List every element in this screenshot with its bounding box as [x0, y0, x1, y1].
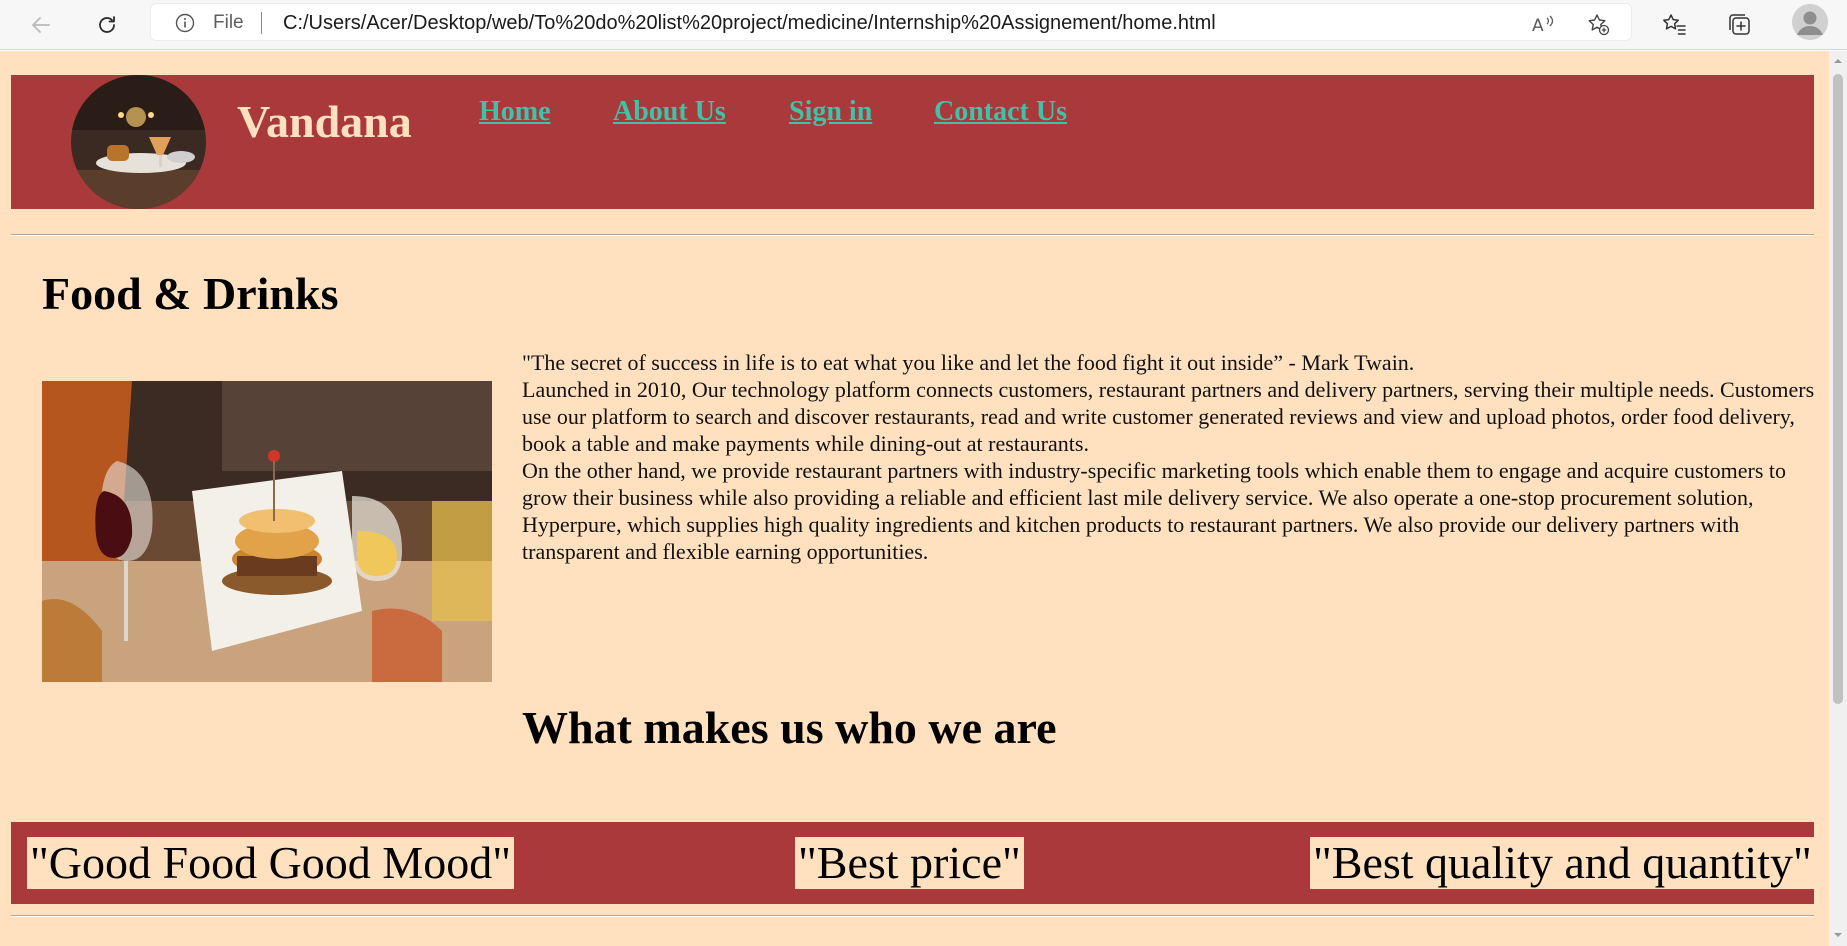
profile-avatar[interactable] — [1792, 4, 1828, 40]
nav-about-us-link[interactable]: About Us — [613, 95, 726, 129]
mark-twain-quote: "The secret of success in life is to eat… — [522, 350, 1415, 375]
address-bar[interactable]: File C:/Users/Acer/Desktop/web/To%20do%2… — [150, 3, 1632, 41]
info-icon[interactable] — [175, 13, 195, 33]
address-divider — [261, 12, 262, 34]
horizontal-rule — [11, 234, 1814, 236]
scrollbar-thumb[interactable] — [1833, 74, 1843, 704]
nav-sign-in-link[interactable]: Sign in — [789, 95, 872, 129]
url-text[interactable]: C:/Users/Acer/Desktop/web/To%20do%20list… — [283, 13, 1216, 33]
about-paragraph-2: On the other hand, we provide restaurant… — [522, 458, 1786, 564]
favorites-icon[interactable] — [1656, 7, 1692, 43]
tagline-band: "Good Food Good Mood" "Best price" "Best… — [11, 822, 1815, 904]
svg-text:A: A — [1532, 16, 1544, 36]
page-viewport: Vandana Home About Us Sign in Contact Us… — [0, 51, 1829, 946]
back-arrow-icon[interactable] — [23, 7, 59, 43]
section-title: Food & Drinks — [42, 268, 339, 319]
add-favorite-icon[interactable] — [1586, 12, 1610, 36]
values-heading: What makes us who we are — [522, 702, 1057, 753]
about-text-block: "The secret of success in life is to eat… — [522, 349, 1817, 565]
refresh-icon[interactable] — [89, 7, 125, 43]
scroll-up-arrow-icon[interactable] — [1832, 55, 1844, 67]
tagline-good-food: "Good Food Good Mood" — [27, 837, 514, 889]
footer-horizontal-rule — [11, 915, 1814, 917]
nav-contact-us-link[interactable]: Contact Us — [934, 95, 1067, 129]
nav-home-link[interactable]: Home — [479, 95, 551, 129]
tagline-best-price: "Best price" — [795, 837, 1024, 889]
site-header: Vandana Home About Us Sign in Contact Us — [11, 75, 1814, 209]
url-scheme-label: File — [213, 12, 244, 33]
collections-icon[interactable] — [1722, 7, 1758, 43]
brand-name: Vandana — [237, 96, 412, 147]
vertical-scrollbar[interactable] — [1829, 51, 1847, 946]
about-paragraph-1: Launched in 2010, Our technology platfor… — [522, 377, 1815, 456]
tagline-best-quality: "Best quality and quantity" — [1310, 837, 1815, 889]
read-aloud-icon[interactable]: A — [1531, 12, 1555, 36]
restaurant-logo-image — [71, 75, 206, 209]
food-drinks-photo — [42, 381, 492, 682]
scroll-down-arrow-icon[interactable] — [1832, 929, 1844, 941]
browser-toolbar: File C:/Users/Acer/Desktop/web/To%20do%2… — [0, 0, 1847, 50]
